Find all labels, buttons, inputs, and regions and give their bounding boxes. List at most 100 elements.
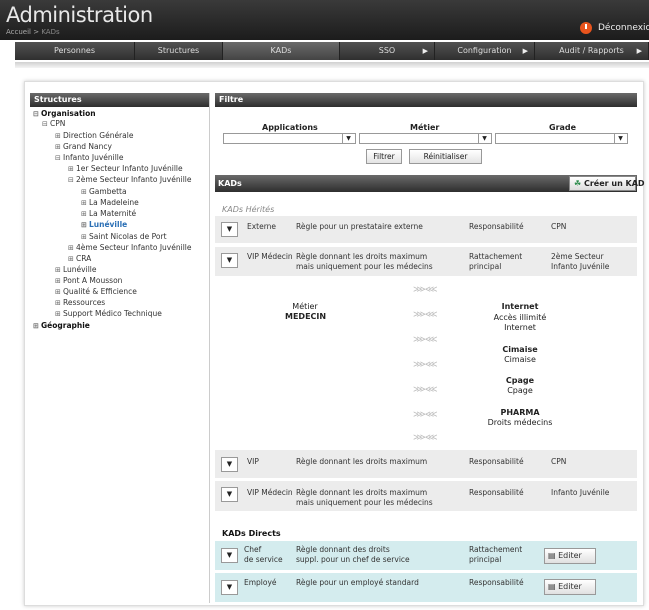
expand-icon[interactable]: ⊞: [68, 254, 76, 264]
inherited-section-title: KADs Hérités: [222, 205, 275, 214]
expand-icon[interactable]: ⊞: [55, 276, 63, 286]
subnav-bar: [15, 62, 649, 68]
kad-type: Responsabilité: [469, 488, 524, 497]
submenu-arrow-icon: ▶: [422, 47, 428, 55]
kad-row: ▼ VIP Règle donnant les droits maximum R…: [215, 450, 637, 478]
expand-row-button[interactable]: ▼: [221, 487, 238, 502]
logout-button[interactable]: Déconnexion: [580, 22, 649, 34]
tree-node-label: La Maternité: [89, 209, 137, 218]
tree-node-label: 2ème Secteur Infanto Juvénille: [76, 175, 192, 184]
kad-name: Chef: [244, 545, 262, 554]
tree-node[interactable]: ⊞ 1er Secteur Infanto Juvénille: [68, 164, 183, 174]
tree-node[interactable]: ⊞ La Madeleine: [81, 198, 139, 208]
expand-icon[interactable]: ⊞: [81, 198, 89, 208]
tree-node[interactable]: ⊞ Saint Nicolas de Port: [81, 232, 167, 242]
grade-select[interactable]: ▼: [495, 133, 628, 144]
kad-scope: CPN: [551, 222, 567, 231]
tree-node[interactable]: ⊟ Organisation: [33, 109, 96, 119]
expand-icon[interactable]: ⊞: [55, 131, 63, 141]
breadcrumb: Accueil > KADs: [6, 28, 60, 36]
tree-node[interactable]: ⊞ Géographie: [33, 321, 90, 331]
nav-tab-configuration[interactable]: Configuration ▶: [435, 42, 535, 60]
app-header: Administration Accueil > KADs Déconnexio…: [0, 0, 649, 40]
edit-icon: ▤: [548, 582, 556, 591]
nav-tab-personnes[interactable]: Personnes: [15, 42, 135, 60]
breadcrumb-home[interactable]: Accueil: [6, 28, 31, 36]
edit-label: Editer: [558, 582, 582, 591]
tree-node[interactable]: ⊞ Ressources: [55, 298, 105, 308]
applications-select[interactable]: ▼: [223, 133, 356, 144]
tree-node[interactable]: ⊞ Gambetta: [81, 187, 127, 197]
tree-node[interactable]: ⊞ Support Médico Technique: [55, 309, 162, 319]
mapping-arrow-icon: ⋙⋘: [413, 410, 438, 420]
expand-row-button[interactable]: ▼: [221, 222, 238, 237]
collapse-icon[interactable]: ⊟: [42, 119, 50, 129]
expand-icon[interactable]: ⊞: [33, 321, 41, 331]
tree-node[interactable]: ⊞ 4ème Secteur Infanto Juvénille: [68, 243, 191, 253]
expand-icon[interactable]: ⊞: [81, 209, 89, 219]
tree-node-label: 1er Secteur Infanto Juvénille: [76, 164, 183, 173]
tree-node-selected[interactable]: ⊞ Lunéville: [81, 220, 127, 230]
expand-icon[interactable]: ⊞: [68, 243, 76, 253]
collapse-row-button[interactable]: ▼: [221, 253, 238, 268]
create-kad-button[interactable]: ☘ Créer un KAD: [569, 176, 645, 191]
create-kad-icon: ☘: [574, 179, 582, 188]
panel-title: Filtre: [215, 93, 637, 107]
kad-name-line2: de service: [244, 555, 283, 564]
nav-tab-kads[interactable]: KADs: [223, 42, 340, 60]
metier-value: MEDECIN: [285, 312, 327, 321]
tree-node-label: Direction Générale: [63, 131, 134, 140]
filter-panel: Filtre: [215, 93, 637, 107]
edit-icon: ▤: [548, 551, 556, 560]
app-name: Cpage: [505, 376, 535, 385]
tree-node[interactable]: ⊞ Lunéville: [55, 265, 96, 275]
app-right: Droits médecins: [487, 418, 553, 427]
filter-button[interactable]: Filtrer: [366, 149, 402, 164]
mapping-arrow-icon: ⋙⋘: [413, 385, 438, 395]
collapse-icon[interactable]: ⊟: [55, 153, 63, 163]
collapse-icon[interactable]: ⊟: [68, 175, 76, 185]
edit-label: Editer: [558, 551, 582, 560]
tree-node[interactable]: ⊞ Grand Nancy: [55, 142, 112, 152]
tree-node[interactable]: ⊟ Infanto Juvénille: [55, 153, 124, 163]
reset-button[interactable]: Réinitialiser: [409, 149, 482, 164]
expand-row-button[interactable]: ▼: [221, 580, 238, 595]
expand-icon[interactable]: ⊞: [55, 287, 63, 297]
collapse-icon[interactable]: ⊟: [33, 109, 41, 119]
app-right: Accès illimité: [493, 313, 547, 322]
kad-name: VIP Médecin: [247, 252, 293, 261]
expand-icon[interactable]: ⊞: [81, 232, 89, 242]
tree-node[interactable]: ⊟ CPN: [42, 119, 65, 129]
tree-node-label: La Madeleine: [89, 198, 139, 207]
tree-node[interactable]: ⊟ 2ème Secteur Infanto Juvénille: [68, 175, 191, 185]
expand-icon[interactable]: ⊞: [81, 220, 89, 230]
nav-tab-audit[interactable]: Audit / Rapports ▶: [535, 42, 649, 60]
edit-button[interactable]: ▤ Editer: [544, 579, 596, 595]
applications-label: Applications: [262, 123, 318, 132]
expand-icon[interactable]: ⊞: [55, 265, 63, 275]
nav-tab-sso[interactable]: SSO ▶: [340, 42, 435, 60]
breadcrumb-current: KADs: [41, 28, 60, 36]
create-kad-label: Créer un KAD: [583, 179, 645, 188]
tree-node[interactable]: ⊞ CRA: [68, 254, 91, 264]
kad-row: ▼ VIP Médecin Règle donnant les droits m…: [215, 481, 637, 511]
expand-row-button[interactable]: ▼: [221, 548, 238, 563]
expand-icon[interactable]: ⊞: [81, 187, 89, 197]
kad-type: Responsabilité: [469, 578, 524, 587]
tree-node[interactable]: ⊞ La Maternité: [81, 209, 136, 219]
tree-node[interactable]: ⊞ Qualité & Efficience: [55, 287, 137, 297]
expand-row-button[interactable]: ▼: [221, 457, 238, 472]
expand-icon[interactable]: ⊞: [68, 164, 76, 174]
expand-icon[interactable]: ⊞: [55, 142, 63, 152]
expand-icon[interactable]: ⊞: [55, 298, 63, 308]
tree-node-label: Saint Nicolas de Port: [89, 232, 167, 241]
tree-node-label: Infanto Juvénille: [63, 153, 124, 162]
app-title: Administration: [6, 3, 153, 27]
edit-button[interactable]: ▤ Editer: [544, 548, 596, 564]
nav-tab-structures[interactable]: Structures: [135, 42, 223, 60]
power-icon: [580, 22, 592, 34]
metier-select[interactable]: ▼: [359, 133, 492, 144]
tree-node[interactable]: ⊞ Direction Générale: [55, 131, 133, 141]
expand-icon[interactable]: ⊞: [55, 309, 63, 319]
tree-node[interactable]: ⊞ Pont A Mousson: [55, 276, 122, 286]
